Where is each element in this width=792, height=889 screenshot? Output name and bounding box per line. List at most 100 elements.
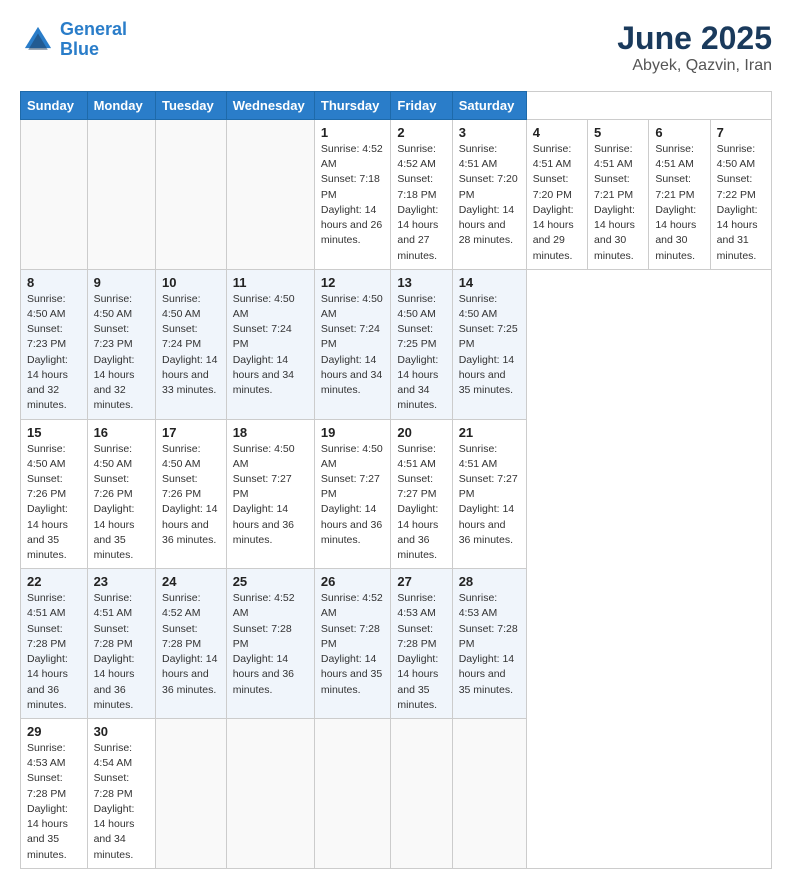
week-row-5: 29Sunrise: 4:53 AMSunset: 7:28 PMDayligh… xyxy=(21,719,772,869)
calendar-cell: 9Sunrise: 4:50 AMSunset: 7:23 PMDaylight… xyxy=(87,269,155,419)
day-info: Sunrise: 4:50 AMSunset: 7:27 PMDaylight:… xyxy=(233,442,308,549)
calendar-cell: 7 Sunrise: 4:50 AMSunset: 7:22 PMDaylight… xyxy=(710,120,771,270)
day-number: 7 xyxy=(717,125,765,140)
day-number: 19 xyxy=(321,425,385,440)
week-row-1: 1 Sunrise: 4:52 AMSunset: 7:18 PMDaylight… xyxy=(21,120,772,270)
day-info: Sunrise: 4:50 AMSunset: 7:23 PMDaylight:… xyxy=(27,292,81,414)
calendar-cell: 5 Sunrise: 4:51 AMSunset: 7:21 PMDaylight… xyxy=(588,120,649,270)
weekday-header-tuesday: Tuesday xyxy=(155,92,226,120)
calendar-cell: 3Sunrise: 4:51 AMSunset: 7:20 PMDaylight… xyxy=(452,120,526,270)
day-info: Sunrise: 4:52 AMSunset: 7:28 PMDaylight:… xyxy=(321,591,385,698)
day-info: Sunrise: 4:50 AMSunset: 7:26 PMDaylight:… xyxy=(162,442,220,549)
day-info: Sunrise: 4:50 AMSunset: 7:26 PMDaylight:… xyxy=(94,442,149,564)
calendar-cell: 19Sunrise: 4:50 AMSunset: 7:27 PMDayligh… xyxy=(314,419,391,569)
calendar-cell: 4Sunrise: 4:51 AMSunset: 7:20 PMDaylight… xyxy=(526,120,587,270)
week-row-3: 15 Sunrise: 4:50 AMSunset: 7:26 PMDayligh… xyxy=(21,419,772,569)
day-info: Sunrise: 4:50 AMSunset: 7:25 PMDaylight:… xyxy=(397,292,445,414)
day-number: 14 xyxy=(459,275,520,290)
calendar-cell xyxy=(155,120,226,270)
logo-line2: Blue xyxy=(60,39,99,59)
day-number: 8 xyxy=(27,275,81,290)
calendar-cell: 26 Sunrise: 4:52 AMSunset: 7:28 PMDayligh… xyxy=(314,569,391,719)
day-number: 15 xyxy=(27,425,81,440)
day-info: Sunrise: 4:51 AMSunset: 7:27 PMDaylight:… xyxy=(397,442,445,564)
day-number: 22 xyxy=(27,574,81,589)
day-info: Sunrise: 4:52 AMSunset: 7:18 PMDaylight:… xyxy=(397,142,445,264)
calendar-cell: 22Sunrise: 4:51 AMSunset: 7:28 PMDayligh… xyxy=(21,569,88,719)
day-number: 16 xyxy=(94,425,149,440)
day-number: 5 xyxy=(594,125,642,140)
weekday-header-wednesday: Wednesday xyxy=(226,92,314,120)
weekday-header-friday: Friday xyxy=(391,92,452,120)
calendar-cell xyxy=(226,120,314,270)
day-info: Sunrise: 4:54 AMSunset: 7:28 PMDaylight:… xyxy=(94,741,149,863)
page-header: General Blue June 2025 Abyek, Qazvin, Ir… xyxy=(20,20,772,75)
day-info: Sunrise: 4:51 AMSunset: 7:28 PMDaylight:… xyxy=(94,591,149,713)
calendar-cell xyxy=(452,719,526,869)
calendar-cell xyxy=(391,719,452,869)
logo-icon xyxy=(20,22,56,58)
calendar-cell: 15 Sunrise: 4:50 AMSunset: 7:26 PMDayligh… xyxy=(21,419,88,569)
calendar-cell xyxy=(87,120,155,270)
calendar-cell: 10 Sunrise: 4:50 AMSunset: 7:24 PMDayligh… xyxy=(155,269,226,419)
day-number: 20 xyxy=(397,425,445,440)
day-number: 27 xyxy=(397,574,445,589)
calendar-cell xyxy=(155,719,226,869)
day-number: 11 xyxy=(233,275,308,290)
location-title: Abyek, Qazvin, Iran xyxy=(617,57,772,75)
calendar-cell: 20 Sunrise: 4:51 AMSunset: 7:27 PMDayligh… xyxy=(391,419,452,569)
calendar-cell: 28Sunrise: 4:53 AMSunset: 7:28 PMDayligh… xyxy=(452,569,526,719)
week-row-2: 8 Sunrise: 4:50 AMSunset: 7:23 PMDaylight… xyxy=(21,269,772,419)
weekday-header-thursday: Thursday xyxy=(314,92,391,120)
day-info: Sunrise: 4:52 AMSunset: 7:28 PMDaylight:… xyxy=(233,591,308,698)
calendar-cell xyxy=(21,120,88,270)
day-number: 10 xyxy=(162,275,220,290)
day-number: 12 xyxy=(321,275,385,290)
day-number: 13 xyxy=(397,275,445,290)
calendar-cell: 14Sunrise: 4:50 AMSunset: 7:25 PMDayligh… xyxy=(452,269,526,419)
day-number: 3 xyxy=(459,125,520,140)
calendar-cell xyxy=(314,719,391,869)
calendar-cell: 8 Sunrise: 4:50 AMSunset: 7:23 PMDaylight… xyxy=(21,269,88,419)
calendar-cell: 21 Sunrise: 4:51 AMSunset: 7:27 PMDayligh… xyxy=(452,419,526,569)
calendar-cell: 2 Sunrise: 4:52 AMSunset: 7:18 PMDaylight… xyxy=(391,120,452,270)
day-info: Sunrise: 4:53 AMSunset: 7:28 PMDaylight:… xyxy=(459,591,520,698)
month-title: June 2025 xyxy=(617,20,772,57)
weekday-header-row: SundayMondayTuesdayWednesdayThursdayFrid… xyxy=(21,92,772,120)
day-number: 1 xyxy=(321,125,385,140)
day-info: Sunrise: 4:50 AMSunset: 7:22 PMDaylight:… xyxy=(717,142,765,264)
day-info: Sunrise: 4:51 AMSunset: 7:21 PMDaylight:… xyxy=(594,142,642,264)
logo-text: General Blue xyxy=(60,20,127,60)
weekday-header-sunday: Sunday xyxy=(21,92,88,120)
day-number: 4 xyxy=(533,125,581,140)
day-info: Sunrise: 4:50 AMSunset: 7:24 PMDaylight:… xyxy=(321,292,385,399)
day-info: Sunrise: 4:50 AMSunset: 7:26 PMDaylight:… xyxy=(27,442,81,564)
calendar-cell: 12 Sunrise: 4:50 AMSunset: 7:24 PMDayligh… xyxy=(314,269,391,419)
calendar-cell: 24Sunrise: 4:52 AMSunset: 7:28 PMDayligh… xyxy=(155,569,226,719)
logo-line1: General xyxy=(60,19,127,39)
day-info: Sunrise: 4:51 AMSunset: 7:27 PMDaylight:… xyxy=(459,442,520,549)
day-info: Sunrise: 4:50 AMSunset: 7:24 PMDaylight:… xyxy=(233,292,308,399)
day-number: 21 xyxy=(459,425,520,440)
day-number: 2 xyxy=(397,125,445,140)
day-info: Sunrise: 4:52 AMSunset: 7:18 PMDaylight:… xyxy=(321,142,385,249)
calendar-cell: 25 Sunrise: 4:52 AMSunset: 7:28 PMDayligh… xyxy=(226,569,314,719)
day-info: Sunrise: 4:51 AMSunset: 7:21 PMDaylight:… xyxy=(655,142,703,264)
calendar-cell: 29Sunrise: 4:53 AMSunset: 7:28 PMDayligh… xyxy=(21,719,88,869)
calendar-cell: 18Sunrise: 4:50 AMSunset: 7:27 PMDayligh… xyxy=(226,419,314,569)
calendar-cell: 6 Sunrise: 4:51 AMSunset: 7:21 PMDaylight… xyxy=(649,120,710,270)
day-number: 17 xyxy=(162,425,220,440)
day-info: Sunrise: 4:50 AMSunset: 7:24 PMDaylight:… xyxy=(162,292,220,399)
logo: General Blue xyxy=(20,20,127,60)
calendar-cell: 13 Sunrise: 4:50 AMSunset: 7:25 PMDayligh… xyxy=(391,269,452,419)
day-number: 30 xyxy=(94,724,149,739)
calendar-cell: 23Sunrise: 4:51 AMSunset: 7:28 PMDayligh… xyxy=(87,569,155,719)
day-number: 6 xyxy=(655,125,703,140)
calendar-cell xyxy=(226,719,314,869)
day-number: 26 xyxy=(321,574,385,589)
day-info: Sunrise: 4:50 AMSunset: 7:23 PMDaylight:… xyxy=(94,292,149,414)
calendar-table: SundayMondayTuesdayWednesdayThursdayFrid… xyxy=(20,91,772,869)
title-block: June 2025 Abyek, Qazvin, Iran xyxy=(617,20,772,75)
day-number: 25 xyxy=(233,574,308,589)
day-info: Sunrise: 4:53 AMSunset: 7:28 PMDaylight:… xyxy=(27,741,81,863)
